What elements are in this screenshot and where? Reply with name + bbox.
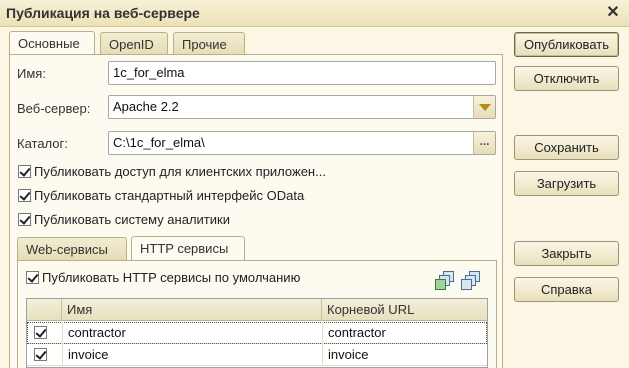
checkbox-http-default-box[interactable] [26, 270, 39, 284]
checkbox-client-access-label: Публиковать доступ для клиентских прилож… [34, 163, 326, 179]
webserver-select-value: Apache 2.2 [113, 99, 179, 114]
checkbox-odata-box[interactable] [18, 188, 31, 202]
publish-button[interactable]: Опубликовать [514, 32, 619, 57]
table-cell-name: invoice [62, 344, 322, 366]
table-row[interactable]: contractor contractor [27, 322, 487, 344]
webserver-dropdown-button[interactable] [473, 96, 495, 118]
tab-main[interactable]: Основные [9, 31, 95, 56]
tab-http-services-label: HTTP сервисы [140, 241, 229, 256]
webserver-select[interactable]: Apache 2.2 [108, 95, 496, 119]
checkbox-analytics-label: Публиковать систему аналитики [34, 211, 230, 227]
checkbox-client-access-box[interactable] [18, 164, 31, 178]
tab-web-services-label: Web-сервисы [26, 242, 108, 257]
table-row-checkbox[interactable] [34, 326, 47, 339]
catalog-field-value: C:\1c_for_elma\ [113, 135, 205, 150]
load-button[interactable]: Загрузить [514, 171, 619, 196]
checkbox-odata-label: Публиковать стандартный интерфейс OData [34, 187, 305, 203]
table-header-url[interactable]: Корневой URL [322, 299, 487, 321]
title-bar: Публикация на веб-сервере ✕ [0, 0, 629, 27]
tab-http-services[interactable]: HTTP сервисы [131, 236, 245, 261]
save-button[interactable]: Сохранить [514, 135, 619, 160]
checkbox-http-default[interactable]: Публиковать HTTP сервисы по умолчанию [26, 268, 300, 286]
checkbox-client-access[interactable]: Публиковать доступ для клиентских прилож… [18, 162, 326, 180]
table-header-name[interactable]: Имя [62, 299, 322, 321]
catalog-field[interactable]: C:\1c_for_elma\ ... [108, 131, 496, 155]
tab-other[interactable]: Прочие [173, 32, 245, 56]
table-row-checkbox[interactable] [34, 348, 47, 361]
name-label: Имя: [17, 66, 46, 81]
checkbox-http-default-label: Публиковать HTTP сервисы по умолчанию [42, 269, 301, 285]
name-field[interactable]: 1c_for_elma [108, 61, 496, 85]
checkbox-analytics[interactable]: Публиковать систему аналитики [18, 210, 230, 228]
chevron-down-icon [479, 104, 491, 111]
tab-main-label: Основные [18, 36, 80, 51]
help-button[interactable]: Справка [514, 277, 619, 302]
window-title: Публикация на веб-сервере [6, 5, 200, 21]
close-icon[interactable]: ✕ [603, 3, 623, 23]
check-all-icon[interactable] [435, 271, 457, 291]
table-row[interactable]: invoice invoice [27, 344, 487, 366]
table-cell-url: invoice [322, 344, 487, 366]
http-services-table: Имя Корневой URL contractor contractor i… [26, 298, 488, 368]
tab-web-services[interactable]: Web-сервисы [17, 237, 127, 260]
uncheck-all-icon[interactable] [461, 271, 483, 291]
tab-openid-label: OpenID [109, 37, 154, 52]
table-header-check [27, 299, 62, 321]
tab-other-label: Прочие [182, 37, 227, 52]
checkbox-odata[interactable]: Публиковать стандартный интерфейс OData [18, 186, 304, 204]
tab-openid[interactable]: OpenID [100, 32, 168, 56]
ellipsis-icon: ... [479, 134, 490, 148]
table-header: Имя Корневой URL [27, 299, 487, 321]
name-field-value: 1c_for_elma [113, 65, 185, 80]
checkbox-analytics-box[interactable] [18, 212, 31, 226]
webserver-label: Веб-сервер: [17, 101, 91, 116]
disable-button[interactable]: Отключить [514, 66, 619, 91]
catalog-label: Каталог: [17, 136, 68, 151]
catalog-browse-button[interactable]: ... [473, 132, 495, 154]
close-button[interactable]: Закрыть [514, 241, 619, 266]
table-cell-url: contractor [322, 322, 487, 344]
table-cell-name: contractor [62, 322, 322, 344]
